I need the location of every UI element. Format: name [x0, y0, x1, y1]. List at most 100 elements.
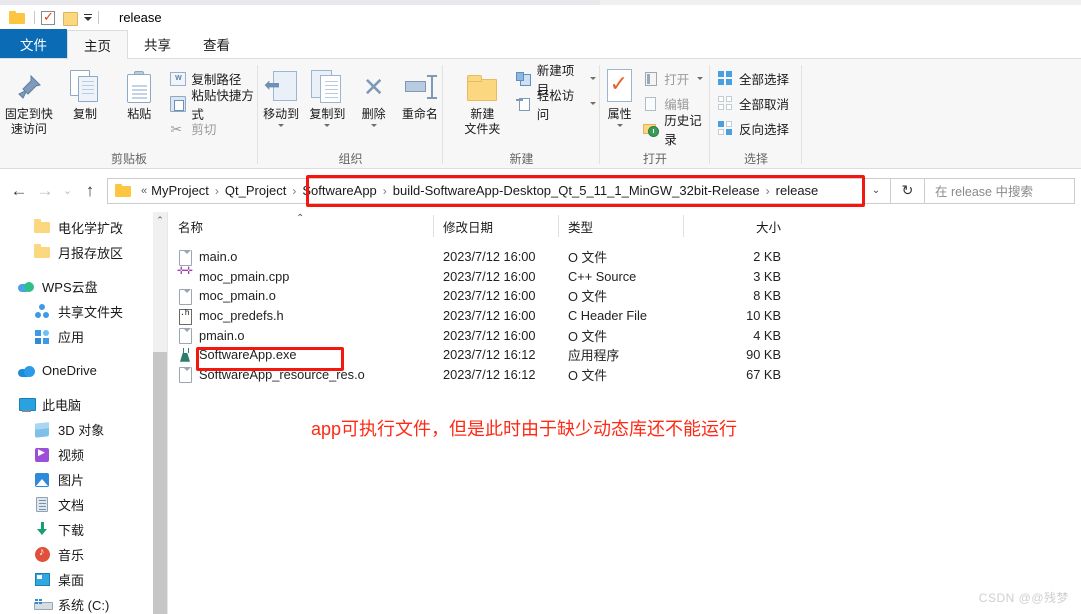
chevron-down-icon[interactable] — [278, 124, 285, 127]
easy-access-icon — [515, 96, 532, 112]
sidebar-item-monthly-report[interactable]: 月报存放区 — [0, 240, 167, 265]
ribbon-group-select: 全部选择 全部取消 反向选择 选择 — [710, 59, 802, 168]
sidebar-item-this-pc[interactable]: 此电脑 — [0, 392, 167, 417]
table-row[interactable]: moc_pmain.o 2023/7/12 16:00 O 文件 8 KB — [168, 286, 1081, 306]
new-item-icon — [515, 71, 532, 87]
table-row[interactable]: main.o 2023/7/12 16:00 O 文件 2 KB — [168, 247, 1081, 267]
tab-home[interactable]: 主页 — [67, 30, 128, 59]
breadcrumb[interactable]: « MyProject › Qt_Project › SoftwareApp ›… — [107, 177, 891, 204]
chevron-down-icon[interactable] — [590, 102, 596, 105]
table-row[interactable]: SoftwareApp.exe 2023/7/12 16:12 应用程序 90 … — [168, 345, 1081, 365]
sidebar-item-apps[interactable]: 应用 — [0, 324, 167, 349]
sidebar-item-desktop[interactable]: 桌面 — [0, 567, 167, 592]
chevron-right-icon: › — [765, 183, 770, 198]
open-label: 打开 — [664, 73, 690, 87]
rename-button[interactable]: 重命名 — [397, 65, 443, 122]
delete-icon — [363, 67, 385, 107]
copy-to-icon — [311, 67, 343, 107]
chevron-down-icon[interactable] — [370, 124, 377, 127]
scrollbar-thumb[interactable] — [153, 352, 167, 614]
window-title: release — [119, 10, 162, 25]
sidebar-item-label: 共享文件夹 — [58, 305, 124, 320]
column-header-name[interactable]: 名称 ⌃ — [168, 212, 433, 240]
history-button[interactable]: 历史记录 — [643, 114, 710, 147]
sidebar-item-pictures[interactable]: 图片 — [0, 467, 167, 492]
chevron-down-icon[interactable] — [616, 124, 623, 127]
desktop-icon — [34, 571, 51, 588]
column-header-size[interactable]: 大小 — [683, 212, 793, 240]
delete-button[interactable]: 删除 — [351, 65, 397, 127]
customize-caret-icon[interactable] — [84, 14, 92, 21]
copy-to-button[interactable]: 复制到 — [304, 65, 350, 127]
annotation-text: app可执行文件，但是此时由于缺少动态库还不能运行 — [311, 419, 738, 439]
sidebar-item-wps-cloud[interactable]: WPS云盘 — [0, 274, 167, 299]
table-row[interactable]: SoftwareApp_resource_res.o 2023/7/12 16:… — [168, 365, 1081, 385]
paste-icon — [127, 67, 152, 107]
select-all-button[interactable]: 全部选择 — [718, 68, 793, 89]
column-header-type[interactable]: 类型 — [558, 212, 683, 240]
easy-access-button[interactable]: 轻松访问 — [515, 89, 600, 122]
copy-button[interactable]: 复制 — [58, 65, 112, 122]
forward-arrow-icon[interactable]: → — [32, 178, 58, 204]
sidebar-item-videos[interactable]: 视频 — [0, 442, 167, 467]
wps-cloud-icon — [18, 278, 35, 295]
sidebar-item-downloads[interactable]: 下载 — [0, 517, 167, 542]
tab-file[interactable]: 文件 — [0, 29, 67, 58]
tab-share[interactable]: 共享 — [128, 29, 187, 58]
invert-selection-label: 反向选择 — [739, 123, 790, 137]
chevron-down-icon[interactable] — [324, 124, 331, 127]
new-folder-icon[interactable] — [63, 11, 79, 26]
refresh-icon[interactable]: ↻ — [891, 177, 925, 204]
pin-to-quick-access-button[interactable]: 固定到快 速访问 — [0, 65, 58, 137]
tab-view[interactable]: 查看 — [187, 29, 246, 58]
sidebar-item-label: 音乐 — [58, 548, 85, 563]
table-row[interactable]: pmain.o 2023/7/12 16:00 O 文件 4 KB — [168, 325, 1081, 345]
sidebar-item-shared-folder[interactable]: 共享文件夹 — [0, 299, 167, 324]
sidebar-item-3d-objects[interactable]: 3D 对象 — [0, 417, 167, 442]
table-row[interactable]: moc_pmain.cpp 2023/7/12 16:00 C++ Source… — [168, 266, 1081, 287]
sidebar-item-electrochem[interactable]: 电化学扩改 — [0, 215, 167, 240]
paste-shortcut-button[interactable]: 粘贴快捷方式 — [170, 89, 258, 122]
breadcrumb-item-myproject[interactable]: MyProject — [151, 183, 209, 198]
new-folder-button[interactable]: 新建 文件夹 — [453, 65, 512, 137]
ribbon-group-label-new: 新建 — [509, 151, 534, 166]
invert-selection-button[interactable]: 反向选择 — [718, 118, 793, 139]
recent-locations-icon[interactable]: ⌄ — [58, 178, 77, 204]
breadcrumb-item-build[interactable]: build-SoftwareApp-Desktop_Qt_5_11_1_MinG… — [393, 183, 760, 198]
new-folder-icon — [467, 67, 498, 107]
file-explorer-window: release 文件 主页 共享 查看 固定到快 速访问 — [0, 0, 1081, 614]
chevron-down-icon[interactable] — [590, 77, 596, 80]
back-arrow-icon[interactable]: ← — [6, 178, 32, 204]
cut-button[interactable]: 剪切 — [134, 118, 258, 139]
up-arrow-icon[interactable]: ↑ — [77, 178, 103, 204]
move-to-button[interactable]: ⬅ 移动到 — [258, 65, 304, 127]
properties-check-icon[interactable] — [41, 9, 55, 25]
sidebar-item-onedrive[interactable]: OneDrive — [0, 358, 167, 383]
table-row[interactable]: moc_predefs.h 2023/7/12 16:00 C Header F… — [168, 306, 1081, 326]
sidebar-item-label: 3D 对象 — [58, 423, 105, 438]
breadcrumb-item-qtproject[interactable]: Qt_Project — [225, 183, 286, 198]
search-input[interactable]: 在 release 中搜索 — [925, 177, 1075, 204]
open-button[interactable]: 打开 — [643, 68, 710, 89]
paste-button[interactable]: 粘贴 — [112, 65, 166, 122]
breadcrumb-overflow[interactable]: « — [141, 185, 147, 197]
file-type: O 文件 — [568, 328, 608, 344]
properties-button[interactable]: ✓ 属性 — [600, 65, 639, 127]
chevron-down-icon[interactable] — [697, 77, 704, 80]
column-header-date[interactable]: 修改日期 — [433, 212, 558, 240]
sidebar-item-documents[interactable]: 文档 — [0, 492, 167, 517]
ribbon-group-label-organize: 组织 — [338, 151, 363, 166]
address-bar: ← → ⌄ ↑ « MyProject › Qt_Project › Softw… — [0, 169, 1081, 212]
sidebar-item-music[interactable]: 音乐 — [0, 542, 167, 567]
sidebar-item-system-c[interactable]: 系统 (C:) — [0, 592, 167, 614]
scroll-up-icon[interactable]: ⌃ — [153, 212, 167, 228]
navigation-pane: 电化学扩改 月报存放区 WPS云盘 共享文件夹 应用 OneDrive 此电脑 … — [0, 212, 167, 614]
folder-icon[interactable] — [9, 11, 25, 24]
breadcrumb-item-softwareapp[interactable]: SoftwareApp — [302, 183, 376, 198]
history-label: 历史记录 — [664, 113, 702, 147]
chevron-down-icon[interactable]: ⌄ — [862, 179, 890, 203]
sidebar-scrollbar[interactable]: ⌃ — [153, 212, 167, 614]
select-none-button[interactable]: 全部取消 — [718, 93, 793, 114]
breadcrumb-item-release[interactable]: release — [776, 183, 819, 198]
